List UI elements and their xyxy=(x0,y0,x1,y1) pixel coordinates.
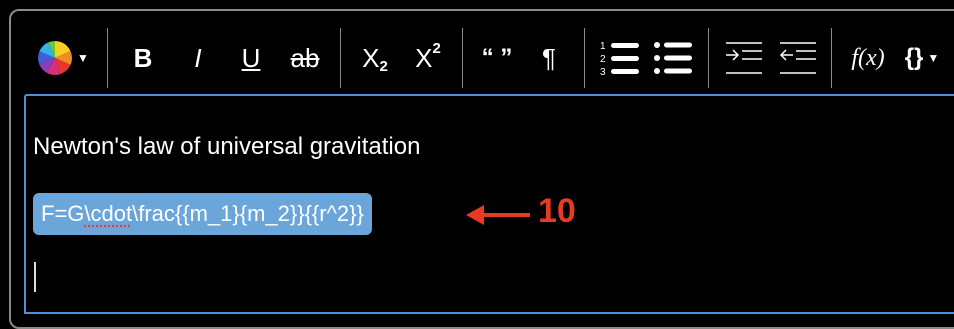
blockquote-button[interactable]: “ ” xyxy=(475,22,519,94)
bulleted-list-button[interactable] xyxy=(650,22,698,94)
underline-label: U xyxy=(241,42,261,73)
color-wheel-icon xyxy=(38,41,73,75)
indent-button[interactable] xyxy=(721,22,767,94)
toolbar-divider xyxy=(462,28,463,88)
quote-label: “ ” xyxy=(481,44,513,71)
toolbar-divider xyxy=(107,28,108,88)
text-cursor xyxy=(34,262,36,292)
numbered-list-number: 3 xyxy=(600,67,606,78)
numbered-list-number: 1 xyxy=(600,41,606,52)
toolbar-divider xyxy=(708,28,709,88)
superscript-base: X xyxy=(415,42,433,73)
chevron-down-icon: ▼ xyxy=(77,51,89,65)
subscript-mark: 2 xyxy=(379,57,388,75)
toolbar-divider xyxy=(340,28,341,88)
formatting-toolbar: ▼ B I U ab X2 X2 “ ” ¶ 1 2 3 f(x) {} ▼ xyxy=(13,22,954,94)
insert-formula-button[interactable]: f(x) xyxy=(843,22,893,94)
paragraph-label: ¶ xyxy=(542,42,556,73)
code-label: {} xyxy=(904,44,924,71)
annotation-label: 10 xyxy=(538,192,576,230)
formula-prefix: F=G xyxy=(41,201,85,226)
chevron-down-icon: ▼ xyxy=(927,51,940,65)
formula-label: f(x) xyxy=(851,44,885,71)
outdent-button[interactable] xyxy=(775,22,821,94)
superscript-button[interactable]: X2 xyxy=(406,22,450,94)
spellcheck-flagged-text: \cdot xyxy=(84,201,133,226)
superscript-mark: 2 xyxy=(432,39,441,57)
bulleted-list-icon xyxy=(654,42,692,74)
outdent-icon xyxy=(779,42,816,74)
underline-button[interactable]: U xyxy=(231,22,271,94)
indent-icon xyxy=(726,42,762,74)
toolbar-divider xyxy=(831,28,832,88)
strikethrough-label: ab xyxy=(290,42,320,73)
strikethrough-button[interactable]: ab xyxy=(283,22,327,94)
editor-paragraph: Newton's law of universal gravitation xyxy=(33,133,421,160)
bold-button[interactable]: B xyxy=(123,22,163,94)
selected-formula-text[interactable]: F=G \cdot \frac{{m_1}{m_2}}{{r^2}} xyxy=(33,193,372,235)
numbered-list-number: 2 xyxy=(600,54,606,65)
text-color-button[interactable]: ▼ xyxy=(33,22,93,94)
paragraph-button[interactable]: ¶ xyxy=(529,22,569,94)
subscript-button[interactable]: X2 xyxy=(353,22,397,94)
formula-rest: \frac{{m_1}{m_2}}{{r^2}} xyxy=(132,201,364,226)
toolbar-divider xyxy=(584,28,585,88)
bold-label: B xyxy=(133,42,153,73)
numbered-list-button[interactable]: 1 2 3 xyxy=(596,22,644,94)
subscript-base: X xyxy=(362,42,380,73)
annotation-arrow-icon xyxy=(466,205,530,225)
numbered-list-icon: 1 2 3 xyxy=(600,41,639,78)
italic-button[interactable]: I xyxy=(178,22,218,94)
italic-label: I xyxy=(194,42,202,73)
code-block-button[interactable]: {} ▼ xyxy=(899,22,945,94)
